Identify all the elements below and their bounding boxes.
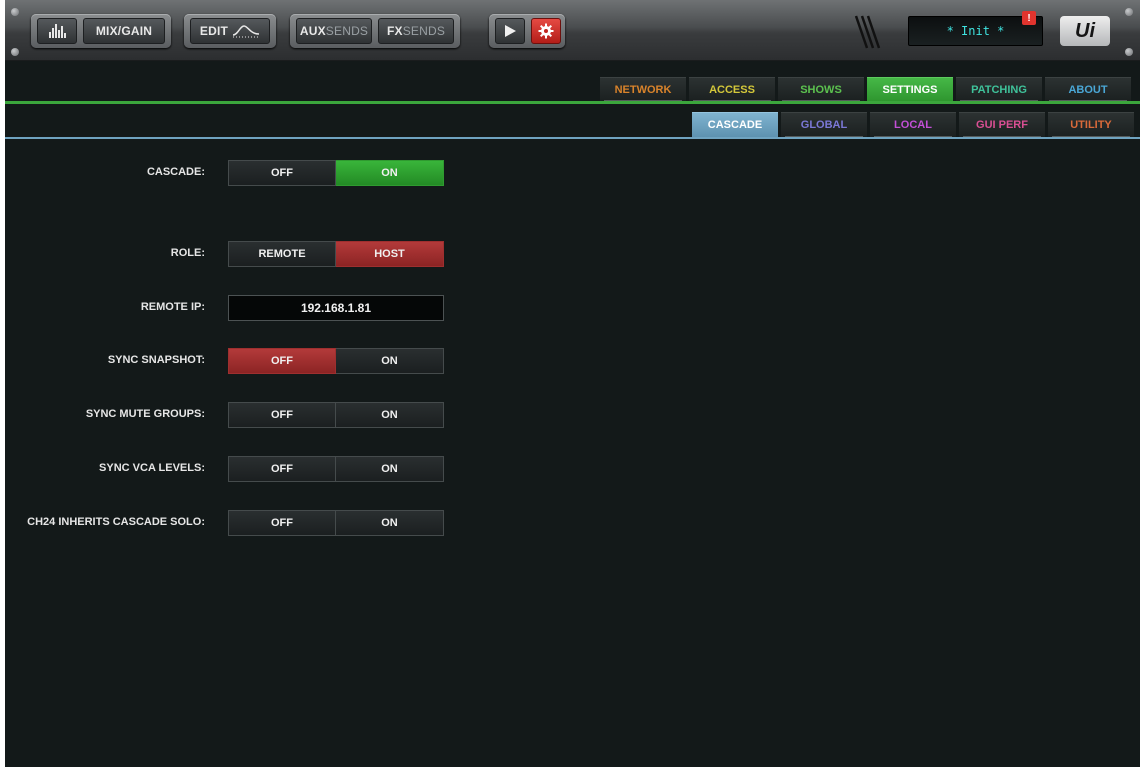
gear-icon	[538, 23, 554, 39]
fx-sends-prefix: FX	[386, 24, 403, 38]
alert-badge[interactable]: !	[1022, 11, 1036, 25]
subtab-utility[interactable]: UTILITY	[1048, 112, 1134, 137]
subtab-global[interactable]: GLOBAL	[781, 112, 867, 137]
meters-button[interactable]	[37, 18, 77, 44]
screw-icon	[1125, 8, 1133, 16]
ch24-solo-on-button[interactable]: ON	[336, 510, 444, 536]
remote-ip-field[interactable]: 192.168.1.81	[228, 295, 444, 321]
edit-button[interactable]: EDIT	[190, 18, 270, 44]
top-toolbar: MIX/GAIN EDIT AUX SENDS FX SENDS * Init …	[5, 0, 1140, 61]
ui-logo[interactable]: Ui	[1060, 16, 1110, 46]
sync-snapshot-on-button[interactable]: ON	[336, 348, 444, 374]
sync-snapshot-off-button[interactable]: OFF	[228, 348, 336, 374]
app-window: MIX/GAIN EDIT AUX SENDS FX SENDS * Init …	[5, 0, 1140, 767]
sync-vca-levels-off-button[interactable]: OFF	[228, 456, 336, 482]
ch24-solo-toggle: OFF ON	[228, 510, 444, 536]
tab-shows[interactable]: SHOWS	[778, 77, 864, 101]
cascade-label: CASCADE:	[146, 166, 205, 178]
brand-stripes-icon	[854, 15, 881, 49]
subtab-cascade[interactable]: CASCADE	[692, 112, 778, 137]
ch24-solo-label: CH24 INHERITS CASCADE SOLO:	[27, 516, 205, 528]
mix-gain-label: MIX/GAIN	[95, 24, 153, 38]
sync-snapshot-toggle: OFF ON	[228, 348, 444, 374]
play-button[interactable]	[495, 18, 525, 44]
screw-icon	[11, 48, 19, 56]
meters-icon	[48, 24, 66, 38]
tab-network[interactable]: NETWORK	[600, 77, 686, 101]
sync-snapshot-label: SYNC SNAPSHOT:	[107, 354, 205, 366]
screw-icon	[11, 8, 19, 16]
fx-sends-suffix: SENDS	[402, 24, 446, 38]
play-icon	[505, 25, 516, 37]
sync-mute-groups-toggle: OFF ON	[228, 402, 444, 428]
cascade-toggle: OFF ON	[228, 160, 444, 186]
role-remote-button[interactable]: REMOTE	[228, 241, 336, 267]
role-toggle: REMOTE HOST	[228, 241, 444, 267]
sub-tab-bar: CASCADE GLOBAL LOCAL GUI PERF UTILITY	[692, 112, 1134, 137]
tab-access[interactable]: ACCESS	[689, 77, 775, 101]
show-name-text: * Init *	[946, 24, 1005, 38]
screw-icon	[1125, 48, 1133, 56]
subtab-gui-perf[interactable]: GUI PERF	[959, 112, 1045, 137]
aux-sends-button[interactable]: AUX SENDS	[296, 18, 372, 44]
aux-sends-prefix: AUX	[299, 24, 326, 38]
sub-tab-underline	[5, 137, 1140, 139]
eq-curve-icon	[232, 25, 260, 38]
role-label: ROLE:	[170, 247, 205, 259]
mix-gain-button[interactable]: MIX/GAIN	[83, 18, 165, 44]
edit-label: EDIT	[199, 24, 229, 38]
settings-button[interactable]	[531, 18, 561, 44]
ch24-solo-off-button[interactable]: OFF	[228, 510, 336, 536]
cascade-on-button[interactable]: ON	[336, 160, 444, 186]
sync-vca-levels-label: SYNC VCA LEVELS:	[99, 462, 205, 474]
sync-vca-levels-toggle: OFF ON	[228, 456, 444, 482]
aux-sends-suffix: SENDS	[325, 24, 369, 38]
cascade-off-button[interactable]: OFF	[228, 160, 336, 186]
sync-mute-groups-off-button[interactable]: OFF	[228, 402, 336, 428]
main-tab-bar: NETWORK ACCESS SHOWS SETTINGS PATCHING A…	[600, 77, 1131, 101]
remote-ip-label: REMOTE IP:	[140, 301, 205, 313]
sync-mute-groups-label: SYNC MUTE GROUPS:	[85, 408, 205, 420]
main-tab-underline	[5, 101, 1140, 104]
sync-vca-levels-on-button[interactable]: ON	[336, 456, 444, 482]
tab-patching[interactable]: PATCHING	[956, 77, 1042, 101]
sync-mute-groups-on-button[interactable]: ON	[336, 402, 444, 428]
tab-settings[interactable]: SETTINGS	[867, 77, 953, 101]
tab-about[interactable]: ABOUT	[1045, 77, 1131, 101]
role-host-button[interactable]: HOST	[336, 241, 444, 267]
subtab-local[interactable]: LOCAL	[870, 112, 956, 137]
fx-sends-button[interactable]: FX SENDS	[378, 18, 454, 44]
